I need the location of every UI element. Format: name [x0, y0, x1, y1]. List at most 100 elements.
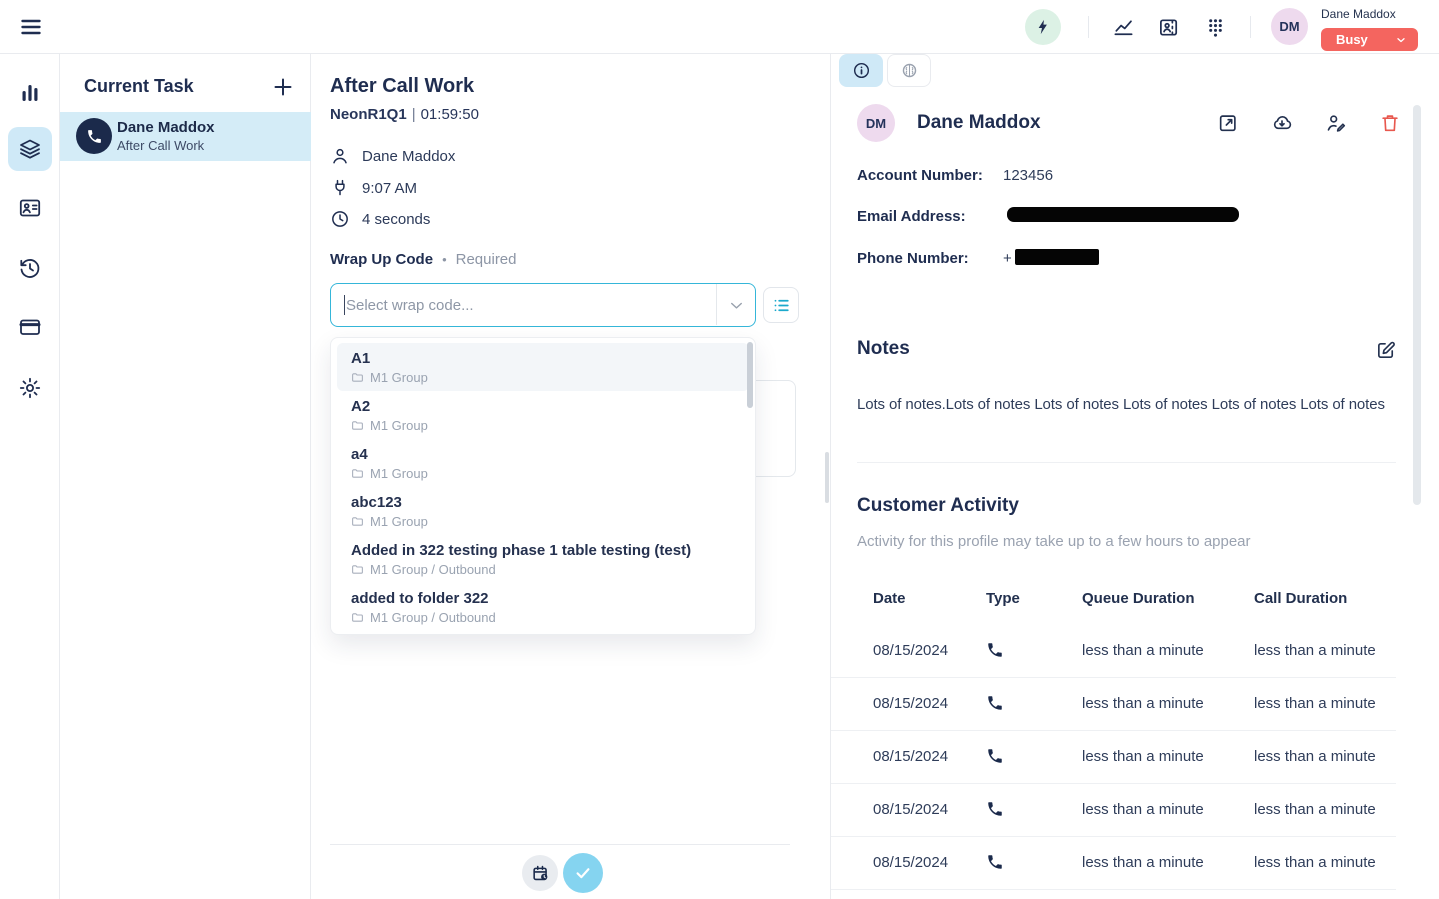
top-bar: DM Dane Maddox Busy	[0, 0, 1439, 54]
app-window: DM Dane Maddox Busy Current	[0, 0, 1439, 899]
menu-icon[interactable]	[19, 15, 43, 39]
phone-call-icon	[986, 641, 1004, 659]
task-duration: 4 seconds	[362, 211, 430, 228]
nav-item-browser[interactable]	[8, 305, 52, 349]
activity-row: 08/15/2024 less than a minute less than …	[831, 678, 1396, 731]
quick-actions-button[interactable]	[1025, 9, 1061, 45]
wrap-up-label-row: Wrap Up Code • Required	[330, 251, 517, 268]
user-avatar[interactable]: DM	[1271, 8, 1308, 45]
wrap-code-dropdown: A1 M1 Group A2 M1 Group a4 M1 Group abc1…	[330, 337, 756, 635]
edit-contact-icon[interactable]	[1325, 112, 1347, 134]
wrap-code-placeholder: Select wrap code...	[346, 297, 474, 314]
wrap-code-option-group-row: M1 Group	[351, 370, 740, 385]
wrap-code-option-label: A1	[351, 349, 740, 368]
folder-icon	[351, 467, 364, 480]
activity-row: 08/15/2024 less than a minute less than …	[831, 731, 1396, 784]
chevron-down-icon[interactable]	[727, 296, 746, 315]
email-label: Email Address:	[857, 208, 966, 225]
activity-type	[986, 800, 1004, 818]
person-icon	[330, 146, 350, 166]
wrap-code-option[interactable]: Added in 322 testing phase 1 table testi…	[337, 535, 749, 583]
queue-name: NeonR1Q1	[330, 106, 407, 123]
phone-call-icon	[986, 747, 1004, 765]
col-date: Date	[873, 590, 906, 607]
contact-avatar: DM	[857, 104, 895, 142]
right-scrollbar[interactable]	[1413, 105, 1421, 505]
task-detail-panel: After Call Work NeonR1Q1|01:59:50 Dane M…	[311, 54, 830, 899]
nav-item-tasks[interactable]	[8, 127, 52, 171]
layers-icon	[18, 137, 42, 161]
lightning-icon	[1034, 18, 1052, 36]
chevron-down-icon	[1395, 34, 1407, 46]
schedule-button[interactable]	[522, 855, 558, 891]
topbar-divider	[1250, 16, 1251, 38]
nav-item-stats[interactable]	[8, 71, 52, 115]
contact-row: Dane Maddox	[330, 144, 455, 168]
activity-call-duration: less than a minute	[1254, 748, 1376, 765]
wrap-code-list-button[interactable]	[763, 287, 799, 323]
browser-window-icon	[18, 315, 42, 339]
timer: 01:59:50	[421, 106, 479, 123]
page-title: After Call Work	[330, 75, 474, 98]
activity-type	[986, 641, 1004, 659]
account-number-value: 123456	[1003, 167, 1053, 184]
line-chart-icon[interactable]	[1112, 16, 1135, 39]
wrap-code-option[interactable]: A1 M1 Group	[337, 343, 749, 391]
tab-contact-info[interactable]	[839, 54, 883, 87]
check-icon	[573, 863, 593, 883]
cloud-download-icon[interactable]	[1271, 112, 1293, 134]
trash-icon[interactable]	[1379, 112, 1401, 134]
activity-call-duration: less than a minute	[1254, 801, 1376, 818]
start-time: 9:07 AM	[362, 180, 417, 197]
footer-divider	[330, 844, 790, 845]
wrap-code-select[interactable]: Select wrap code...	[330, 283, 756, 327]
folder-icon	[351, 419, 364, 432]
edit-notes-icon[interactable]	[1375, 339, 1397, 361]
wrap-code-option[interactable]: A2 M1 Group	[337, 391, 749, 439]
task-avatar	[76, 118, 112, 154]
phone-prefix: +	[1003, 250, 1012, 267]
activity-call-duration: less than a minute	[1254, 854, 1376, 871]
confirm-button[interactable]	[563, 853, 603, 893]
activity-queue-duration: less than a minute	[1082, 748, 1204, 765]
col-queue-duration: Queue Duration	[1082, 590, 1195, 607]
wrap-code-option-label: abc123	[351, 493, 740, 512]
dropdown-scrollbar[interactable]	[747, 342, 753, 408]
center-scrollbar[interactable]	[825, 452, 829, 503]
add-task-icon[interactable]	[271, 75, 295, 99]
wrap-code-option-group-row: M1 Group / Outbound	[351, 562, 740, 577]
wrap-code-option-label: a4	[351, 445, 740, 464]
activity-queue-duration: less than a minute	[1082, 801, 1204, 818]
wrap-code-option-group: M1 Group / Outbound	[370, 562, 496, 577]
contact-panel: DM Dane Maddox Account Number: 123456 Em…	[830, 54, 1439, 899]
wrap-code-option-group-row: M1 Group / Outbound	[351, 610, 740, 625]
status-dropdown[interactable]: Busy	[1321, 28, 1418, 51]
task-list-item[interactable]: Dane Maddox After Call Work	[60, 112, 311, 161]
phone-label: Phone Number:	[857, 250, 969, 267]
phone-handset-icon	[86, 128, 103, 145]
nav-item-settings[interactable]	[8, 366, 52, 410]
current-task-panel: Current Task Dane Maddox After Call Work	[60, 54, 311, 899]
wrap-code-option[interactable]: abc123 M1 Group	[337, 487, 749, 535]
nav-item-history[interactable]	[8, 246, 52, 290]
wrap-code-option-label: A2	[351, 397, 740, 416]
panel-title: Current Task	[84, 76, 194, 97]
wrap-code-option[interactable]: added to folder 322 M1 Group / Outbound	[337, 583, 749, 631]
dialpad-icon[interactable]	[1204, 16, 1227, 39]
customer-activity-title: Customer Activity	[857, 495, 1019, 517]
nav-item-contacts[interactable]	[8, 186, 52, 230]
duration-row: 4 seconds	[330, 207, 430, 231]
phone-call-icon	[986, 853, 1004, 871]
account-number-label: Account Number:	[857, 167, 983, 184]
activity-type	[986, 853, 1004, 871]
wrap-code-option-group-row: M1 Group	[351, 514, 740, 529]
wrap-code-option-label: Added in 322 testing phase 1 table testi…	[351, 541, 740, 560]
contact-book-icon[interactable]	[1158, 16, 1181, 39]
text-caret	[344, 295, 345, 315]
tab-ai-insights[interactable]	[887, 54, 931, 87]
activity-row: 08/15/2024 less than a minute less than …	[831, 837, 1396, 890]
open-in-new-icon[interactable]	[1217, 112, 1239, 134]
wrap-code-option[interactable]: a4 M1 Group	[337, 439, 749, 487]
folder-icon	[351, 371, 364, 384]
select-divider	[716, 284, 717, 325]
